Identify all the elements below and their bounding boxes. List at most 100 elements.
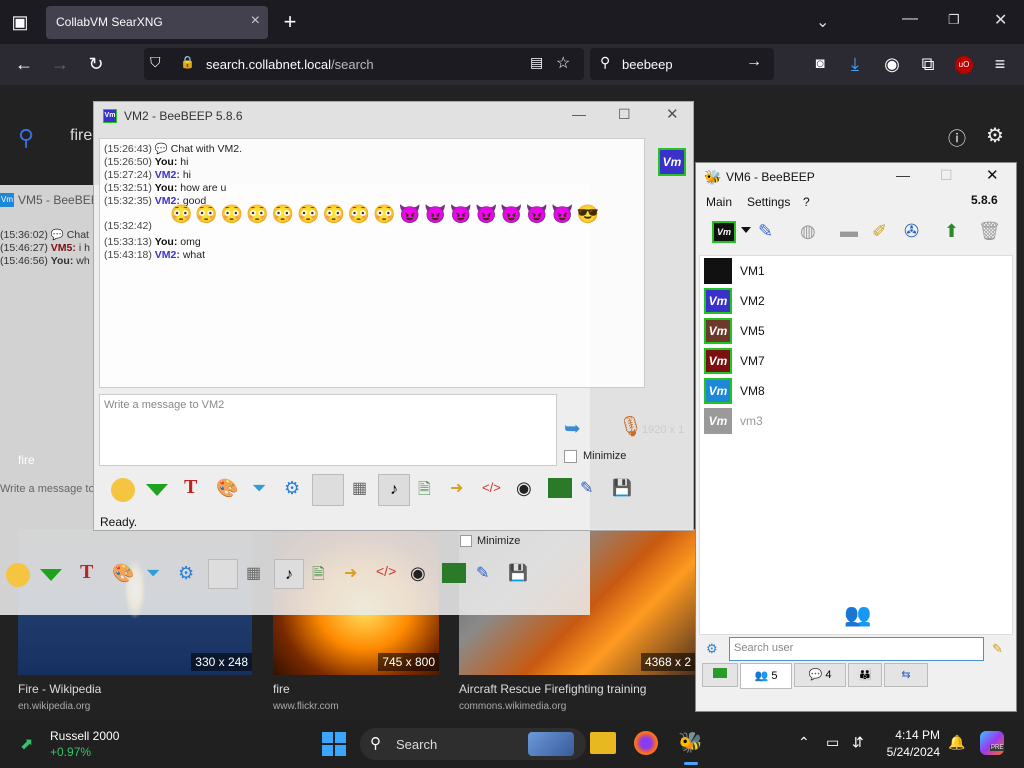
- screenshot-icon[interactable]: ◉: [410, 563, 426, 584]
- close-window-icon[interactable]: ✕: [986, 166, 999, 184]
- menu-main[interactable]: Main: [706, 195, 732, 209]
- user-row-vm8[interactable]: Vm VM8: [704, 378, 1004, 404]
- user-row-vm2[interactable]: Vm VM2: [704, 288, 1004, 314]
- user-row-vm1[interactable]: VM1: [704, 258, 1004, 284]
- downloads-icon[interactable]: ⤓: [843, 52, 867, 76]
- title-bar[interactable]: Vm VM2 - BeeBEEP 5.8.6 — ☐ ✕: [94, 102, 693, 130]
- send-file-icon[interactable]: 🗎: [312, 563, 325, 590]
- search-options-icon[interactable]: ⚙: [706, 641, 718, 657]
- minimize-checkbox[interactable]: [564, 450, 577, 463]
- shield-icon[interactable]: ⛉: [150, 54, 161, 71]
- search-input[interactable]: beebeep: [622, 57, 673, 72]
- network-icon[interactable]: ⇵: [852, 734, 864, 751]
- vm2-avatar[interactable]: Vm: [658, 148, 686, 176]
- result-title[interactable]: fire: [273, 682, 290, 696]
- send-file-icon[interactable]: 🗎: [418, 478, 431, 505]
- image-icon[interactable]: ▦: [352, 478, 367, 498]
- notes-icon[interactable]: ✎: [476, 563, 489, 583]
- menu-help[interactable]: ?: [803, 195, 810, 209]
- restore-window-icon[interactable]: ❐: [948, 12, 960, 28]
- font-icon[interactable]: T: [80, 561, 93, 584]
- query-field[interactable]: fire: [70, 127, 92, 145]
- terminal-icon[interactable]: [442, 563, 466, 583]
- folder-arrow-icon[interactable]: ➜: [344, 563, 357, 583]
- vm2-chat-window[interactable]: Vm VM2 - BeeBEEP 5.8.6 — ☐ ✕ Vm (15:26:4…: [93, 101, 694, 531]
- copilot-icon[interactable]: PRE: [980, 731, 1005, 755]
- back-icon[interactable]: ←: [12, 52, 36, 76]
- color-picker-icon[interactable]: 🎨: [216, 478, 238, 499]
- clock-date[interactable]: 5/24/2024: [880, 745, 940, 759]
- file-explorer-icon[interactable]: [590, 732, 616, 754]
- minimize-window-icon[interactable]: —: [902, 10, 918, 28]
- message-input[interactable]: Write a message to VM2: [99, 394, 557, 466]
- save-icon[interactable]: 💾: [612, 478, 632, 498]
- result-title[interactable]: Aircraft Rescue Firefighting training: [459, 682, 646, 696]
- vm6-beebeep-window[interactable]: 🐝 VM6 - BeeBEEP — ☐ ✕ Main Settings ? 5.…: [695, 162, 1017, 712]
- tab-users[interactable]: 👥 5: [740, 663, 792, 689]
- color-picker-icon[interactable]: 🎨: [112, 563, 134, 584]
- emoji-icon[interactable]: [6, 563, 30, 587]
- beebeep-taskbar-icon[interactable]: 🐝: [678, 730, 703, 755]
- stock-widget-icon[interactable]: ⬈: [20, 734, 33, 754]
- go-arrow-icon[interactable]: →: [746, 53, 762, 71]
- dropdown-arrow-icon[interactable]: [40, 569, 62, 581]
- image-icon[interactable]: ▦: [246, 563, 261, 583]
- filter-icon[interactable]: ⏷: [146, 563, 160, 584]
- terminal-icon[interactable]: [548, 478, 572, 498]
- vcard-icon[interactable]: ✎: [758, 221, 773, 242]
- settings-icon[interactable]: ⚙: [284, 478, 300, 499]
- trash-icon[interactable]: 🗑: [978, 221, 1001, 242]
- list-all-tabs-icon[interactable]: ⌄: [816, 12, 829, 32]
- close-window-icon[interactable]: ✕: [994, 10, 1007, 30]
- search-icon[interactable]: ⚲: [18, 125, 34, 151]
- filter-icon[interactable]: ⏷: [252, 478, 266, 499]
- reader-view-icon[interactable]: ▤: [530, 54, 543, 71]
- notes-icon[interactable]: ✎: [580, 478, 593, 498]
- maximize-window-icon[interactable]: ☐: [618, 106, 631, 123]
- tab-list-icon[interactable]: ▣: [8, 10, 32, 34]
- minimize-window-icon[interactable]: —: [896, 167, 910, 183]
- new-tab-icon[interactable]: +: [278, 10, 302, 34]
- folder-icon[interactable]: ▬: [840, 221, 858, 242]
- minimize-window-icon[interactable]: —: [572, 106, 586, 122]
- close-tab-icon[interactable]: ×: [251, 12, 260, 30]
- menu-icon[interactable]: ≡: [988, 52, 1012, 76]
- tab-shares[interactable]: ⇆: [884, 663, 928, 687]
- tools-icon[interactable]: ✇: [904, 221, 919, 242]
- vm5-message-input[interactable]: Write a message to: [0, 483, 95, 495]
- user-row-vm3[interactable]: Vm vm3: [704, 408, 1004, 434]
- toggle-icon[interactable]: [208, 559, 238, 589]
- account-icon[interactable]: ◉: [880, 52, 904, 76]
- user-row-vm7[interactable]: Vm VM7: [704, 348, 1004, 374]
- html-icon[interactable]: </>: [482, 480, 501, 495]
- maximize-window-icon[interactable]: ☐: [940, 167, 953, 184]
- ticker-name[interactable]: Russell 2000: [50, 729, 119, 743]
- user-row-vm5[interactable]: Vm VM5: [704, 318, 1004, 344]
- html-icon[interactable]: </>: [376, 563, 396, 579]
- tab-groups[interactable]: 👪: [848, 663, 882, 687]
- search-user-input[interactable]: Search user: [729, 637, 984, 661]
- tab-home[interactable]: [702, 663, 738, 687]
- toggle-icon[interactable]: [312, 474, 344, 506]
- menu-settings[interactable]: Settings: [747, 195, 790, 209]
- reload-icon[interactable]: ↻: [84, 52, 108, 76]
- windows-start-icon[interactable]: [322, 732, 346, 756]
- dropdown-arrow-icon[interactable]: [146, 484, 168, 496]
- status-dropdown-icon[interactable]: [741, 227, 751, 233]
- emoji-icon[interactable]: [111, 478, 135, 502]
- font-icon[interactable]: T: [184, 476, 197, 499]
- extensions-icon[interactable]: ⧉: [916, 52, 940, 76]
- tray-chevron-icon[interactable]: ⌃: [798, 734, 810, 751]
- clock-time[interactable]: 4:14 PM: [880, 728, 940, 742]
- lock-icon[interactable]: 🔒: [180, 55, 195, 69]
- save-icon[interactable]: 💾: [508, 563, 528, 583]
- minimize-checkbox[interactable]: [460, 535, 472, 547]
- screenshot-icon[interactable]: ◉: [516, 478, 532, 499]
- taskbar-search[interactable]: ⚲ Search: [360, 728, 586, 760]
- close-window-icon[interactable]: ✕: [666, 105, 679, 123]
- search-bar[interactable]: ⚲ →: [590, 48, 774, 80]
- bookmark-star-icon[interactable]: ☆: [556, 53, 570, 73]
- folder-arrow-icon[interactable]: ➜: [450, 478, 463, 498]
- sound-icon[interactable]: ♪: [378, 474, 410, 506]
- tab-collabvm-searxng[interactable]: CollabVM SearXNG ×: [46, 6, 268, 39]
